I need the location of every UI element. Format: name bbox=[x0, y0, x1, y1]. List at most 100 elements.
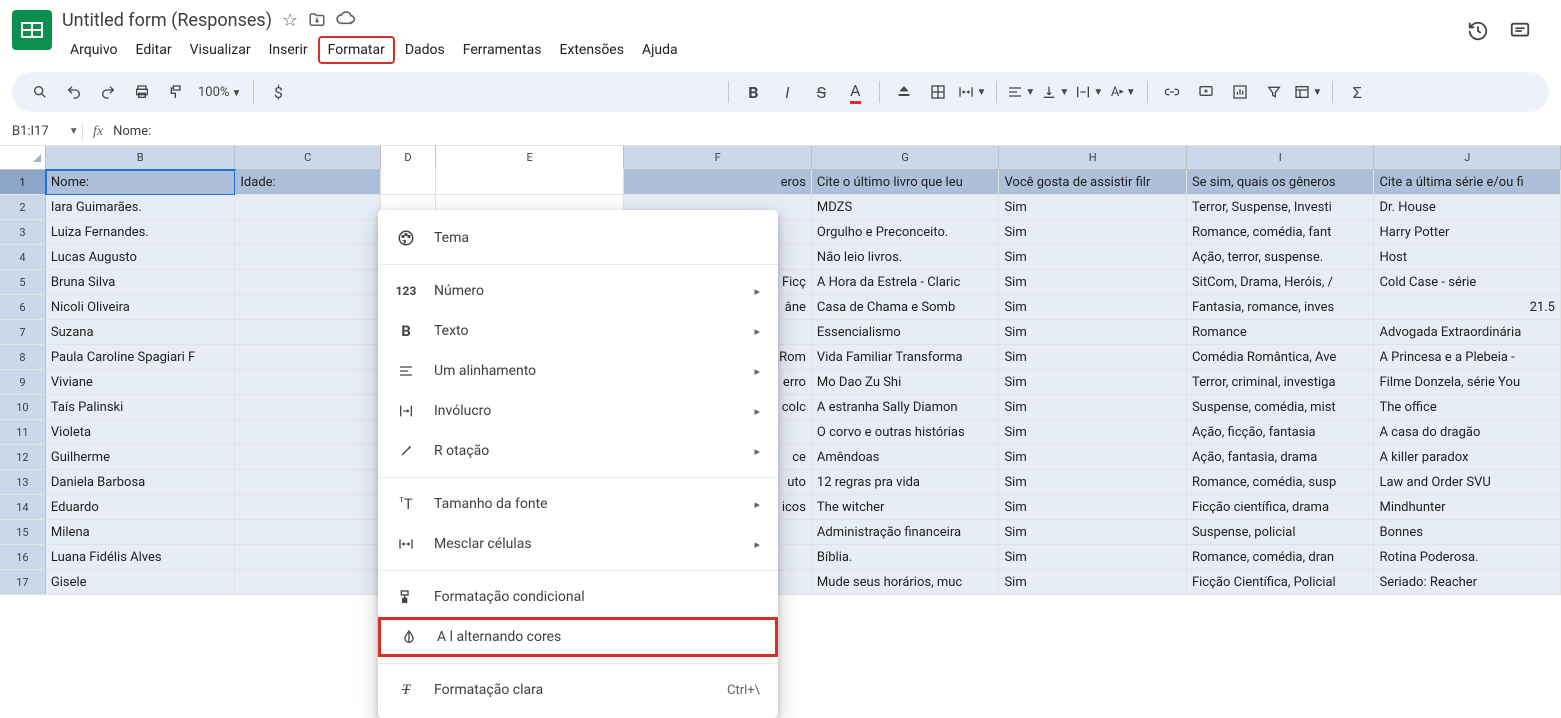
cell[interactable]: Mo Dao Zu Shi bbox=[812, 370, 1000, 395]
cell[interactable] bbox=[235, 345, 381, 370]
cell[interactable]: Sim bbox=[999, 520, 1187, 545]
col-header-F[interactable]: F bbox=[624, 146, 812, 170]
cell[interactable]: Sim bbox=[999, 370, 1187, 395]
cloud-status-icon[interactable] bbox=[336, 10, 356, 30]
cell[interactable]: Se sim, quais os gêneros bbox=[1187, 170, 1375, 195]
menu-formatar[interactable]: Formatar bbox=[318, 36, 395, 64]
cell[interactable]: Luana Fidélis Alves bbox=[46, 545, 236, 570]
cell[interactable]: A Princesa e a Plebeia - bbox=[1374, 345, 1561, 370]
cell[interactable]: Bíblia. bbox=[812, 545, 1000, 570]
cell[interactable]: Sim bbox=[999, 220, 1187, 245]
cell[interactable]: Iara Guimarães. bbox=[46, 195, 236, 220]
cell[interactable]: Sim bbox=[999, 245, 1187, 270]
strikethrough-icon[interactable]: S bbox=[807, 78, 835, 106]
cell[interactable]: Law and Order SVU bbox=[1374, 470, 1561, 495]
cell[interactable] bbox=[235, 320, 381, 345]
cell[interactable]: Paula Caroline Spagiari F bbox=[46, 345, 236, 370]
cell[interactable]: Idade: bbox=[235, 170, 381, 195]
comments-icon[interactable] bbox=[1509, 20, 1531, 42]
cell[interactable]: Essencialismo bbox=[812, 320, 1000, 345]
menu-item-alternando-cores[interactable]: A l alternando cores bbox=[378, 617, 778, 657]
cell[interactable]: Orgulho e Preconceito. bbox=[812, 220, 1000, 245]
cell[interactable]: Romance bbox=[1187, 320, 1375, 345]
cell[interactable]: Bonnes bbox=[1374, 520, 1561, 545]
menu-item-involucro[interactable]: Invólucro ▸ bbox=[378, 391, 778, 431]
row-header[interactable]: 13 bbox=[0, 470, 46, 495]
text-rotate-icon[interactable]: A▸▼ bbox=[1109, 78, 1137, 106]
row-header[interactable]: 14 bbox=[0, 495, 46, 520]
sheets-app-icon[interactable] bbox=[12, 10, 52, 50]
col-header-H[interactable]: H bbox=[999, 146, 1187, 170]
row-header[interactable]: 11 bbox=[0, 420, 46, 445]
insert-chart-icon[interactable] bbox=[1226, 78, 1254, 106]
menu-extensoes[interactable]: Extensões bbox=[551, 38, 632, 62]
cell[interactable]: Sim bbox=[999, 570, 1187, 595]
cell[interactable]: Seriado: Reacher bbox=[1374, 570, 1561, 595]
table-view-icon[interactable]: ▼ bbox=[1294, 78, 1322, 106]
cell[interactable]: eros bbox=[624, 170, 812, 195]
paint-format-icon[interactable] bbox=[162, 78, 190, 106]
col-header-C[interactable]: C bbox=[235, 146, 381, 170]
cell[interactable]: Filme Donzela, série You bbox=[1374, 370, 1561, 395]
cell[interactable]: Sim bbox=[999, 495, 1187, 520]
row-header[interactable]: 2 bbox=[0, 195, 46, 220]
row-header[interactable]: 16 bbox=[0, 545, 46, 570]
horizontal-align-icon[interactable]: ▼ bbox=[1007, 78, 1035, 106]
cell[interactable] bbox=[235, 445, 381, 470]
col-header-B[interactable]: B bbox=[46, 146, 236, 170]
menu-item-tamanho-fonte[interactable]: тT Tamanho da fonte ▸ bbox=[378, 484, 778, 524]
cell[interactable]: Suspense, policial bbox=[1187, 520, 1375, 545]
cell[interactable]: Você gosta de assistir filr bbox=[999, 170, 1187, 195]
menu-item-tema[interactable]: Tema bbox=[378, 218, 778, 258]
vertical-align-icon[interactable]: ▼ bbox=[1041, 78, 1069, 106]
cell[interactable] bbox=[436, 170, 625, 195]
text-color-icon[interactable]: A bbox=[841, 78, 869, 106]
row-header[interactable]: 12 bbox=[0, 445, 46, 470]
cell[interactable]: Mindhunter bbox=[1374, 495, 1561, 520]
cell[interactable]: Ação, fantasia, drama bbox=[1187, 445, 1375, 470]
row-header[interactable]: 9 bbox=[0, 370, 46, 395]
cell[interactable]: Sim bbox=[999, 545, 1187, 570]
fill-color-icon[interactable] bbox=[890, 78, 918, 106]
cell[interactable]: Guilherme bbox=[46, 445, 236, 470]
cell[interactable]: A casa do dragão bbox=[1374, 420, 1561, 445]
cell[interactable]: Administração financeira bbox=[812, 520, 1000, 545]
cell[interactable]: Harry Potter bbox=[1374, 220, 1561, 245]
cell[interactable]: Sim bbox=[999, 345, 1187, 370]
cell[interactable]: Cite a última série e/ou fi bbox=[1374, 170, 1561, 195]
bold-icon[interactable]: B bbox=[739, 78, 767, 106]
menu-ajuda[interactable]: Ajuda bbox=[634, 38, 686, 62]
functions-sigma-icon[interactable]: Σ bbox=[1343, 78, 1371, 106]
menu-dados[interactable]: Dados bbox=[397, 38, 453, 62]
menu-item-formatacao-clara[interactable]: T Formatação clara Ctrl+\ bbox=[378, 670, 778, 710]
merge-cells-icon[interactable]: ▼ bbox=[958, 78, 986, 106]
undo-icon[interactable] bbox=[60, 78, 88, 106]
cell[interactable]: Mude seus horários, muc bbox=[812, 570, 1000, 595]
row-header[interactable]: 3 bbox=[0, 220, 46, 245]
cell[interactable]: O corvo e outras histórias bbox=[812, 420, 1000, 445]
menu-item-mesclar[interactable]: Mesclar células ▸ bbox=[378, 524, 778, 564]
menu-item-texto[interactable]: B Texto ▸ bbox=[378, 311, 778, 351]
cell[interactable]: Milena bbox=[46, 520, 236, 545]
cell[interactable]: The witcher bbox=[812, 495, 1000, 520]
format-currency-icon[interactable]: $ bbox=[264, 78, 292, 106]
cell[interactable]: Sim bbox=[999, 420, 1187, 445]
cell[interactable]: Sim bbox=[999, 195, 1187, 220]
cell[interactable]: Sim bbox=[999, 445, 1187, 470]
cell[interactable]: 21.5 bbox=[1374, 295, 1561, 320]
cell[interactable]: Lucas Augusto bbox=[46, 245, 236, 270]
cell[interactable]: Amêndoas bbox=[812, 445, 1000, 470]
cell[interactable]: Suspense, comédia, mist bbox=[1187, 395, 1375, 420]
history-icon[interactable] bbox=[1467, 20, 1489, 42]
row-header[interactable]: 7 bbox=[0, 320, 46, 345]
cell[interactable] bbox=[235, 270, 381, 295]
row-header[interactable]: 6 bbox=[0, 295, 46, 320]
cell[interactable]: Dr. House bbox=[1374, 195, 1561, 220]
cell[interactable]: Cite o último livro que leu bbox=[812, 170, 1000, 195]
redo-icon[interactable] bbox=[94, 78, 122, 106]
cell[interactable] bbox=[235, 195, 381, 220]
menu-item-alinhamento[interactable]: Um alinhamento ▸ bbox=[378, 351, 778, 391]
col-header-D[interactable]: D bbox=[381, 146, 436, 170]
cell[interactable]: Ficção Científica, Policial bbox=[1187, 570, 1375, 595]
row-header[interactable]: 15 bbox=[0, 520, 46, 545]
